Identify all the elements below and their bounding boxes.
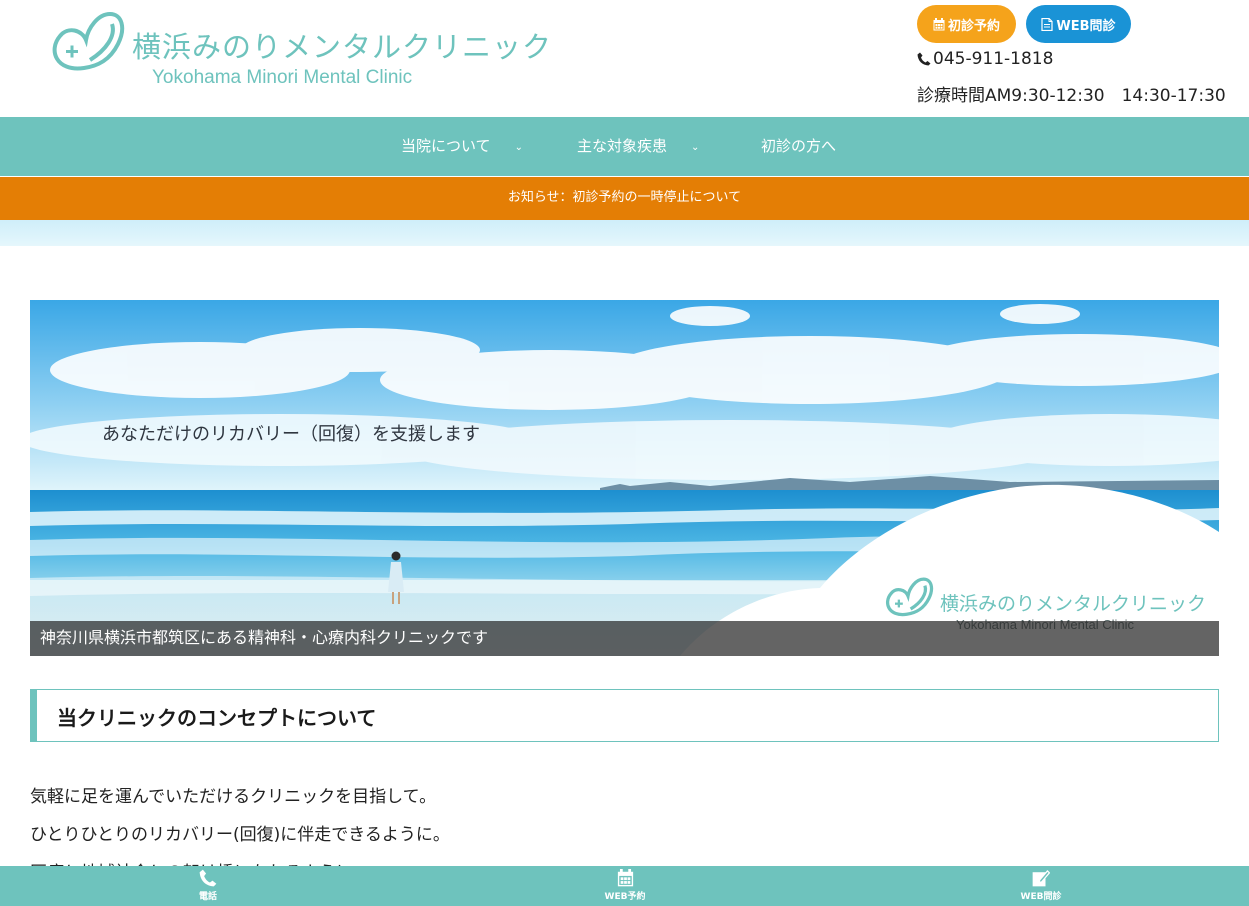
logo-japanese-name: 横浜みのりメンタルクリニック	[132, 30, 553, 64]
logo-english-name: Yokohama Minori Mental Clinic	[152, 67, 413, 88]
web-questionnaire-label: WEB問診	[1056, 18, 1116, 34]
global-navigation: 当院について ⌄ 主な対象疾患 ⌄ 初診の方へ	[0, 117, 1249, 176]
phone-icon	[199, 869, 217, 887]
hero-catchphrase: あなただけのリカバリー（回復）を支援します	[102, 424, 480, 445]
hero-caption: 神奈川県横浜市都筑区にある精神科・心療内科クリニックです	[30, 621, 1219, 656]
phone-icon	[917, 52, 931, 66]
first-visit-reservation-button[interactable]: 初診予約	[917, 5, 1016, 43]
hero-image: あなただけのリカバリー（回復）を支援します 横浜みのりメンタルクリニック Yok…	[30, 300, 1219, 656]
calendar-icon	[933, 17, 945, 30]
bottom-phone-button[interactable]: 電話	[138, 866, 278, 906]
first-visit-reservation-label: 初診予約	[947, 18, 1000, 34]
decorative-sky-band	[0, 220, 1249, 246]
site-header: 横浜みのりメンタルクリニック Yokohama Minori Mental Cl…	[0, 0, 1249, 117]
bottom-web-reservation-label: WEB予約	[604, 892, 646, 902]
notice-banner[interactable]: お知らせ：初診予約の一時停止について	[0, 177, 1249, 220]
document-icon	[1041, 17, 1054, 31]
edit-icon	[1032, 869, 1050, 887]
nav-item-about-clinic[interactable]: 当院について ⌄	[401, 117, 523, 176]
nav-item-target-diseases[interactable]: 主な対象疾患 ⌄	[577, 117, 699, 176]
nav-label: 当院について	[401, 137, 491, 155]
consultation-hours: 診療時間AM9:30-12:30 14:30-17:30	[917, 86, 1226, 106]
clinic-logo-icon	[886, 577, 934, 617]
bottom-web-questionnaire-label: WEB問診	[1020, 892, 1062, 902]
notice-text: お知らせ：初診予約の一時停止について	[507, 190, 742, 205]
concept-heading-box: 当クリニックのコンセプトについて	[30, 689, 1219, 742]
calendar-icon	[617, 869, 633, 887]
concept-text-line: 気軽に足を運んでいただけるクリニックを目指して。	[30, 787, 437, 807]
clinic-logo-icon	[52, 11, 125, 71]
bottom-fixed-bar: 電話 WEB予約 WEB問診	[0, 866, 1249, 906]
phone-number: 045-911-1818	[933, 49, 1054, 69]
concept-heading: 当クリニックのコンセプトについて	[57, 706, 377, 730]
site-logo[interactable]: 横浜みのりメンタルクリニック Yokohama Minori Mental Cl…	[46, 10, 551, 94]
chevron-down-icon: ⌄	[514, 142, 523, 153]
bottom-phone-label: 電話	[198, 892, 217, 902]
chevron-down-icon: ⌄	[691, 142, 700, 153]
nav-label: 初診の方へ	[761, 137, 837, 155]
nav-label: 主な対象疾患	[577, 137, 668, 155]
web-questionnaire-button[interactable]: WEB問診	[1026, 5, 1131, 43]
concept-text-line: ひとりひとりのリカバリー(回復)に伴走できるように。	[30, 825, 450, 845]
bottom-web-questionnaire-button[interactable]: WEB問診	[971, 866, 1111, 906]
hero-logo-japanese: 横浜みのりメンタルクリニック	[940, 593, 1207, 615]
nav-item-first-visit[interactable]: 初診の方へ	[761, 117, 836, 176]
phone-number-link[interactable]: 045-911-1818	[917, 49, 1053, 69]
bottom-web-reservation-button[interactable]: WEB予約	[555, 866, 695, 906]
